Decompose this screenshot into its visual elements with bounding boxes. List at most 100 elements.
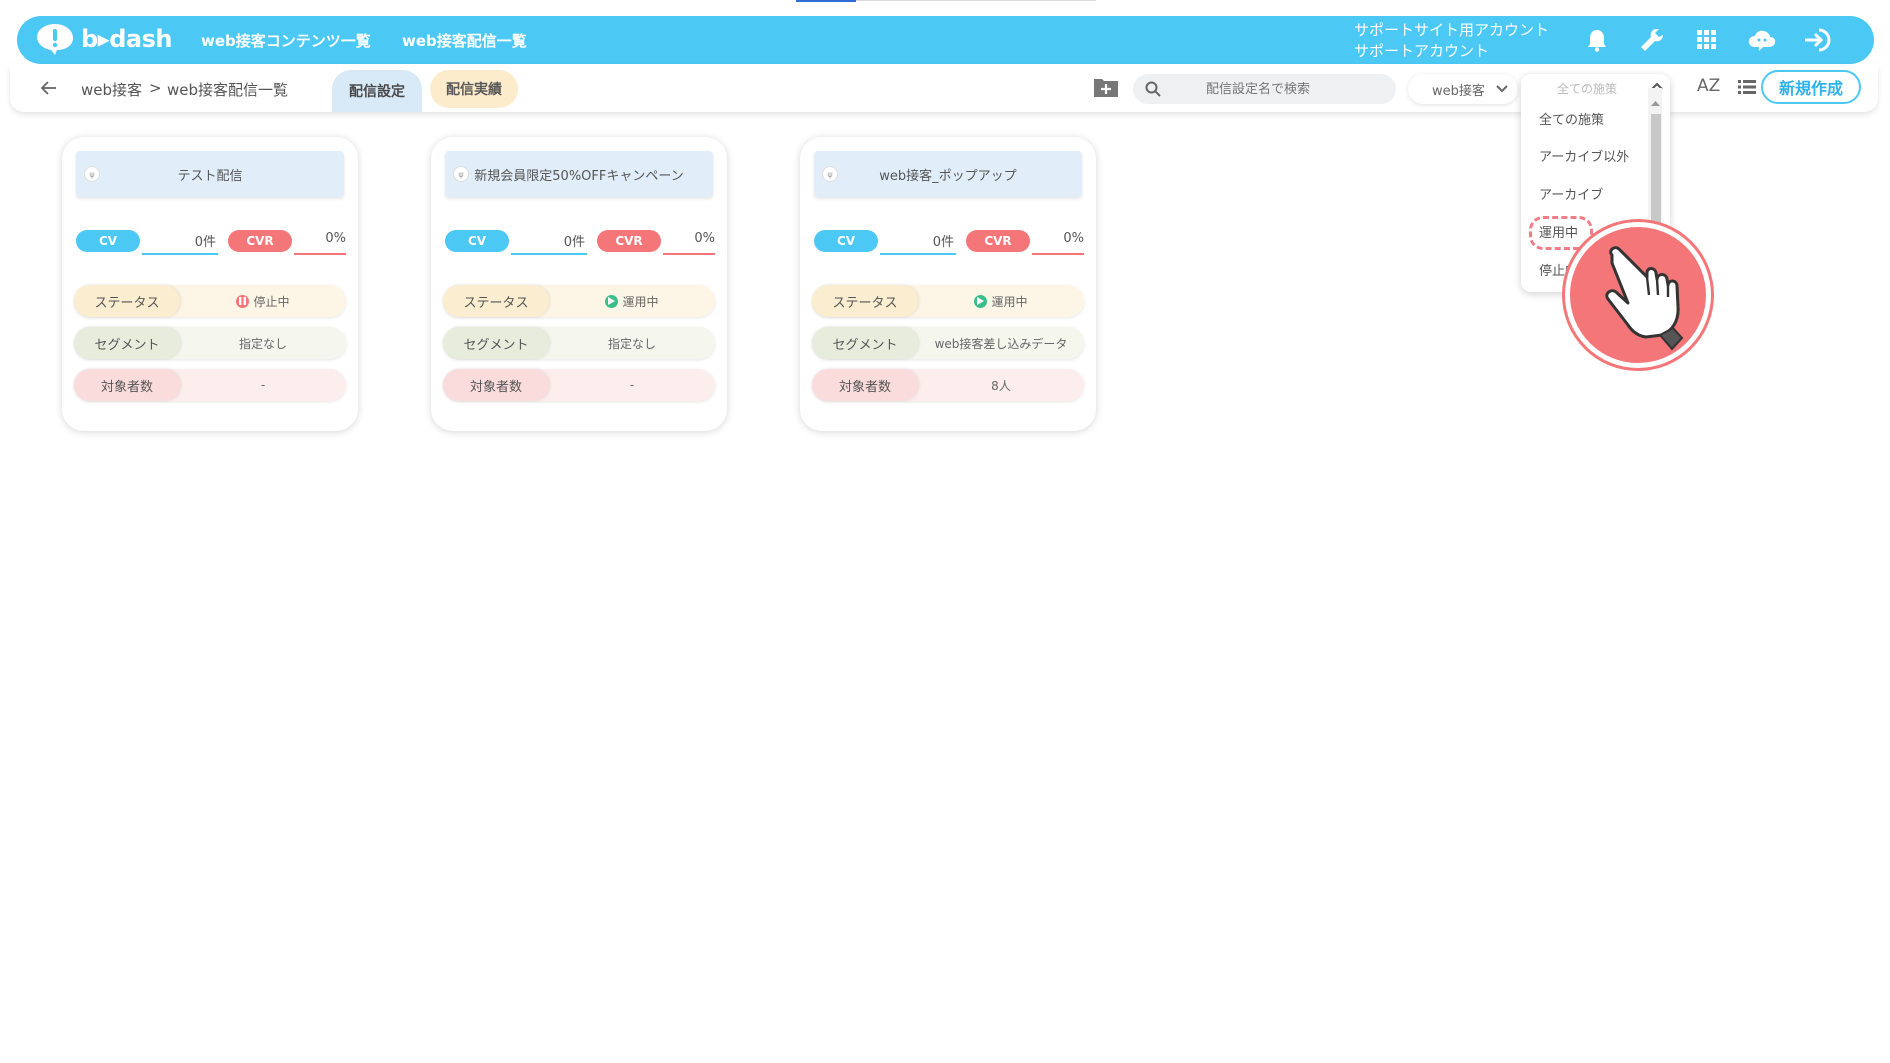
segment-label: セグメント xyxy=(443,327,549,359)
status-row: ステータス 運用中 xyxy=(812,285,1084,317)
target-value: - xyxy=(629,378,635,392)
back-arrow-icon[interactable] xyxy=(38,78,60,98)
status-value: 運用中 xyxy=(918,285,1084,317)
logout-icon[interactable] xyxy=(1803,26,1833,54)
chevron-down-icon xyxy=(1496,85,1508,93)
search-input[interactable] xyxy=(1163,81,1353,97)
segment-row: セグメント web接客差し込みデータ xyxy=(812,327,1084,359)
cvr-underline xyxy=(663,253,715,255)
target-label: 対象者数 xyxy=(812,369,918,401)
delivery-card[interactable]: ψ 新規会員限定50%OFFキャンペーン CV 0件 CVR 0% ステータス … xyxy=(431,137,727,431)
cv-underline xyxy=(511,253,587,255)
grid-icon[interactable] xyxy=(1692,26,1722,54)
tab-delivery-results[interactable]: 配信実績 xyxy=(430,70,518,108)
cvr-value: 0% xyxy=(694,231,715,246)
list-view-icon[interactable] xyxy=(1738,79,1756,95)
top-divider xyxy=(856,0,1096,1)
segment-row: セグメント 指定なし xyxy=(443,327,715,359)
status-row: ステータス 運用中 xyxy=(443,285,715,317)
cv-badge: CV xyxy=(76,230,140,252)
status-label: ステータス xyxy=(74,285,180,317)
filter-option-non-archive[interactable]: アーカイブ以外 xyxy=(1539,146,1629,165)
cv-underline xyxy=(880,253,956,255)
cv-value: 0件 xyxy=(932,235,954,250)
account-info[interactable]: サポートサイト用アカウント サポートアカウント xyxy=(1354,20,1549,62)
cloud-chat-icon[interactable] xyxy=(1747,26,1777,54)
card-title-box[interactable]: ψ テスト配信 xyxy=(76,151,344,197)
target-value: - xyxy=(260,378,266,392)
breadcrumb-root[interactable]: web接客 xyxy=(81,79,142,100)
card-title: web接客_ポップアップ xyxy=(879,168,1017,184)
status-row: ステータス 停止中 xyxy=(74,285,346,317)
segment-value: 指定なし xyxy=(238,336,287,351)
nav-content-list[interactable]: web接客コンテンツ一覧 xyxy=(201,30,371,51)
card-title-box[interactable]: ψ web接客_ポップアップ xyxy=(814,151,1082,197)
account-site: サポートサイト用アカウント xyxy=(1354,21,1550,39)
target-value: 8人 xyxy=(991,378,1011,393)
status-text: 運用中 xyxy=(622,294,659,309)
segment-row: セグメント 指定なし xyxy=(74,327,346,359)
wrench-icon[interactable] xyxy=(1637,26,1667,54)
status-value: 停止中 xyxy=(180,285,346,317)
logo-bubble-icon xyxy=(37,24,73,55)
segment-label: セグメント xyxy=(812,327,918,359)
web-icon: ψ xyxy=(84,166,100,182)
bell-icon[interactable] xyxy=(1582,26,1612,54)
breadcrumb-separator: > xyxy=(149,79,162,97)
add-folder-icon[interactable] xyxy=(1093,76,1119,98)
sort-az-button[interactable]: AZ xyxy=(1697,76,1720,96)
segment-label: セグメント xyxy=(74,327,180,359)
cv-value: 0件 xyxy=(194,235,216,250)
search-box[interactable] xyxy=(1133,74,1396,104)
cvr-badge: CVR xyxy=(228,230,292,252)
status-value: 運用中 xyxy=(549,285,715,317)
cvr-badge: CVR xyxy=(597,230,661,252)
channel-select[interactable]: web接客 xyxy=(1408,74,1518,104)
target-label: 対象者数 xyxy=(443,369,549,401)
pause-icon xyxy=(236,294,250,308)
cvr-value: 0% xyxy=(325,231,346,246)
play-icon xyxy=(605,294,619,308)
web-icon: ψ xyxy=(453,166,469,182)
pointing-hand-icon xyxy=(1605,246,1684,351)
card-title: 新規会員限定50%OFFキャンペーン xyxy=(474,168,684,184)
status-label: ステータス xyxy=(812,285,918,317)
target-label: 対象者数 xyxy=(74,369,180,401)
cvr-value: 0% xyxy=(1063,231,1084,246)
segment-value: web接客差し込みデータ xyxy=(934,336,1068,351)
cv-badge: CV xyxy=(814,230,878,252)
app-header: b▸dash web接客コンテンツ一覧 web接客配信一覧 サポートサイト用アカ… xyxy=(17,16,1874,64)
web-icon: ψ xyxy=(822,166,838,182)
card-title: テスト配信 xyxy=(177,168,243,184)
cv-badge: CV xyxy=(445,230,509,252)
cvr-underline xyxy=(294,253,346,255)
delivery-card[interactable]: ψ web接客_ポップアップ CV 0件 CVR 0% ステータス 運用中 セグ… xyxy=(800,137,1096,431)
target-row: 対象者数 8人 xyxy=(812,369,1084,401)
tab-delivery-settings[interactable]: 配信設定 xyxy=(332,70,422,112)
segment-value: 指定なし xyxy=(607,336,656,351)
card-title-box[interactable]: ψ 新規会員限定50%OFFキャンペーン xyxy=(445,151,713,197)
filter-option-all[interactable]: 全ての施策 xyxy=(1539,109,1604,128)
status-text: 停止中 xyxy=(253,294,290,309)
account-name: サポートアカウント xyxy=(1354,42,1490,60)
top-indicator xyxy=(796,0,856,2)
nav-delivery-list[interactable]: web接客配信一覧 xyxy=(402,30,527,51)
scroll-up-icon[interactable] xyxy=(1651,100,1660,107)
target-row: 対象者数 - xyxy=(74,369,346,401)
breadcrumb-current: web接客配信一覧 xyxy=(167,81,289,99)
target-row: 対象者数 - xyxy=(443,369,715,401)
cv-value: 0件 xyxy=(563,235,585,250)
filter-option-archive[interactable]: アーカイブ xyxy=(1539,184,1603,203)
cvr-badge: CVR xyxy=(966,230,1030,252)
delivery-card[interactable]: ψ テスト配信 CV 0件 CVR 0% ステータス 停止中 セグメント 指定な… xyxy=(62,137,358,431)
logo-text: b▸dash xyxy=(81,25,172,53)
channel-select-value: web接客 xyxy=(1432,83,1485,99)
status-text: 運用中 xyxy=(991,294,1028,309)
status-label: ステータス xyxy=(443,285,549,317)
cv-underline xyxy=(142,253,218,255)
play-icon xyxy=(974,294,988,308)
create-new-button[interactable]: 新規作成 xyxy=(1761,70,1861,104)
cvr-underline xyxy=(1032,253,1084,255)
logo[interactable]: b▸dash xyxy=(35,22,172,56)
search-icon xyxy=(1145,81,1161,97)
